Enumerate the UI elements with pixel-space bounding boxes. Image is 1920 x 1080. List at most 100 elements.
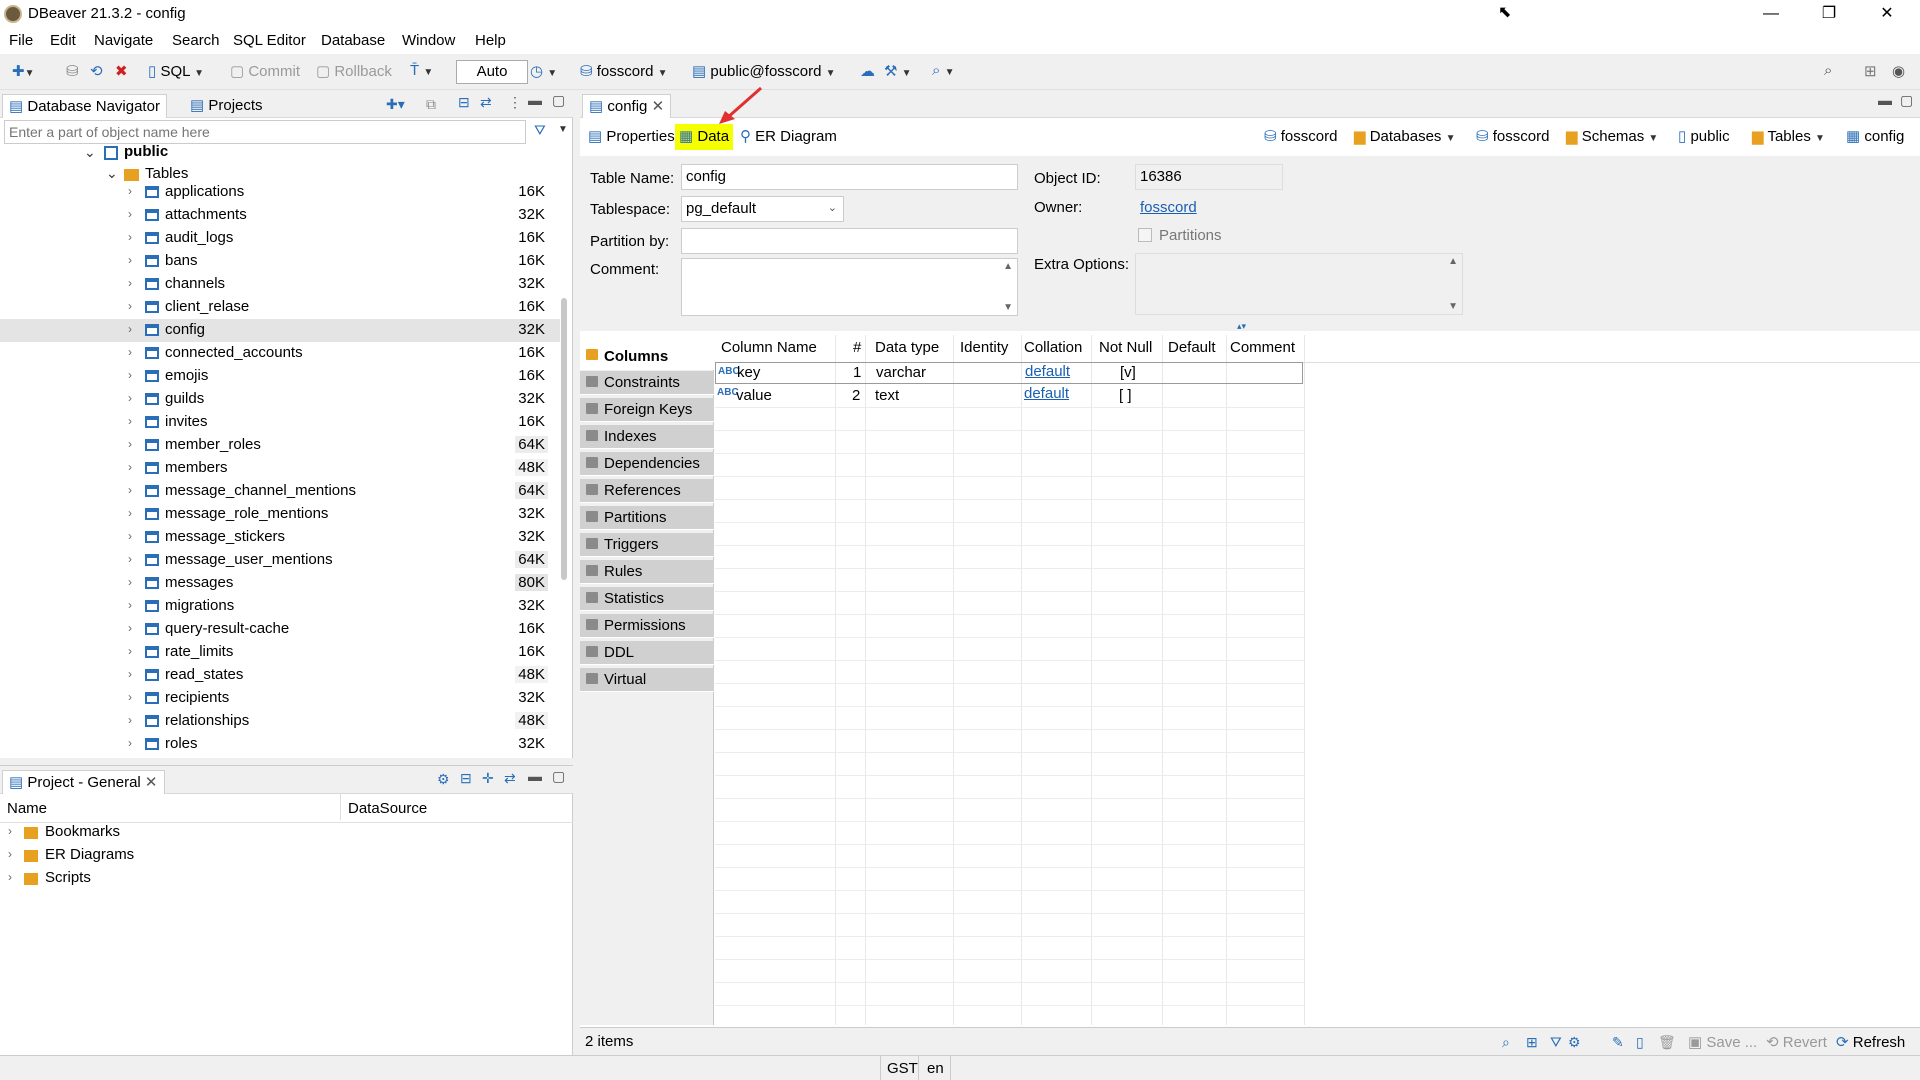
cell-not-null[interactable]: [v]: [1120, 364, 1136, 381]
tab-permissions[interactable]: Permissions: [580, 614, 714, 638]
minimize-editor-icon[interactable]: ▬: [1878, 92, 1892, 108]
menu-window[interactable]: Window: [402, 32, 455, 49]
col-header-collation[interactable]: Collation: [1024, 339, 1082, 356]
tab-dependencies[interactable]: Dependencies: [580, 452, 714, 476]
cloud-icon[interactable]: ☁: [860, 62, 875, 80]
crumb-table[interactable]: ▦ config: [1846, 127, 1904, 145]
project-item-scripts[interactable]: Scripts: [45, 869, 91, 886]
expand-chevron-icon[interactable]: ›: [128, 736, 132, 750]
project-item-bookmarks[interactable]: Bookmarks: [45, 823, 120, 840]
col-header-datasource[interactable]: DataSource: [348, 800, 427, 817]
table-tree-item[interactable]: › message_user_mentions 64K: [0, 549, 560, 572]
col-header-data-type[interactable]: Data type: [875, 339, 939, 356]
expand-chevron-icon[interactable]: ›: [128, 368, 132, 382]
table-tree-item[interactable]: › migrations 32K: [0, 595, 560, 618]
expand-chevron-icon[interactable]: ›: [128, 713, 132, 727]
expand-chevron-icon[interactable]: ›: [128, 598, 132, 612]
comment-textarea[interactable]: ▲ ▼: [681, 258, 1018, 316]
expand-chevron-icon[interactable]: ›: [128, 207, 132, 221]
tab-projects[interactable]: ▤ Projects: [184, 94, 269, 118]
close-button[interactable]: ✕: [1858, 0, 1916, 28]
expand-chevron-icon[interactable]: ›: [128, 276, 132, 290]
expand-chevron-icon[interactable]: ›: [128, 184, 132, 198]
subtab-er-diagram[interactable]: ⚲ ER Diagram: [736, 124, 841, 150]
col-header-not-null[interactable]: Not Null: [1099, 339, 1152, 356]
table-tree-item[interactable]: › recipients 32K: [0, 687, 560, 710]
expand-chevron-icon[interactable]: ›: [128, 644, 132, 658]
col-header-identity[interactable]: Identity: [960, 339, 1008, 356]
copy-icon[interactable]: ▯: [1636, 1034, 1644, 1051]
crumb-database[interactable]: ⛁ fosscord: [1476, 127, 1549, 145]
add-column-icon[interactable]: ⊞: [1526, 1034, 1538, 1051]
extra-options-textarea[interactable]: ▲ ▼: [1135, 253, 1463, 315]
table-tree-item[interactable]: › bans 16K: [0, 250, 560, 273]
col-header-comment[interactable]: Comment: [1230, 339, 1295, 356]
search-icon[interactable]: ⌕: [1824, 62, 1832, 79]
cell-collation-link[interactable]: default: [1024, 385, 1069, 402]
table-tree-item[interactable]: › message_role_mentions 32K: [0, 503, 560, 526]
maximize-editor-icon[interactable]: ▢: [1900, 92, 1913, 109]
tab-config[interactable]: ▤ config ✕: [582, 94, 672, 118]
expand-chevron-icon[interactable]: ›: [128, 391, 132, 405]
table-tree-item[interactable]: › messages 80K: [0, 572, 560, 595]
sql-editor-button[interactable]: ▯ SQL ▼: [148, 62, 204, 80]
maximize-project-icon[interactable]: ▢: [552, 768, 565, 785]
search-tool-icon[interactable]: ⌕ ▼: [932, 62, 954, 79]
auto-commit-mode[interactable]: Auto: [456, 60, 528, 84]
crumb-connection[interactable]: ⛁ fosscord: [1264, 127, 1337, 145]
link-editor-icon[interactable]: ⇄: [480, 94, 492, 111]
table-tree-item[interactable]: › members 48K: [0, 457, 560, 480]
minimize-panel-icon[interactable]: ▬: [528, 92, 542, 108]
tables-expand-icon[interactable]: ⌄: [106, 165, 118, 182]
expand-chevron-icon[interactable]: ›: [128, 414, 132, 428]
commit-button[interactable]: ▢ Commit: [230, 62, 300, 80]
navigator-scrollbar[interactable]: [561, 298, 567, 580]
revert-button[interactable]: ⟲ Revert: [1766, 1033, 1827, 1051]
refresh-button[interactable]: ⟳ Refresh: [1836, 1033, 1905, 1051]
expand-chevron-icon[interactable]: ›: [128, 253, 132, 267]
tab-partitions[interactable]: Partitions: [580, 506, 714, 530]
tools-icon[interactable]: ⚒ ▼: [884, 62, 912, 80]
expand-chevron-icon[interactable]: ›: [128, 575, 132, 589]
table-tree-item[interactable]: › audit_logs 16K: [0, 227, 560, 250]
disconnect-icon[interactable]: ✖: [115, 62, 128, 80]
tab-constraints[interactable]: Constraints: [580, 371, 714, 395]
menu-database[interactable]: Database: [321, 32, 385, 49]
schema-expand-icon[interactable]: ⌄: [84, 144, 96, 161]
menu-search[interactable]: Search: [172, 32, 220, 49]
link-icon[interactable]: ⧉: [426, 96, 436, 113]
table-tree-item[interactable]: › client_relase 16K: [0, 296, 560, 319]
expand-icon[interactable]: ✛: [482, 770, 494, 787]
dbeaver-perspective-icon[interactable]: ◉: [1892, 62, 1905, 80]
table-name-input[interactable]: config: [681, 164, 1018, 190]
link-editor-project-icon[interactable]: ⇄: [504, 770, 516, 787]
transaction-log-icon[interactable]: ◷ ▼: [530, 62, 557, 80]
splitter-arrows-icon[interactable]: ▴▾: [1237, 321, 1246, 332]
tab-columns[interactable]: Columns: [580, 340, 714, 370]
view-menu-icon[interactable]: ⋮: [508, 94, 522, 111]
tab-statistics[interactable]: Statistics: [580, 587, 714, 611]
collapse-all-icon[interactable]: ⊟: [458, 94, 470, 111]
tab-virtual[interactable]: Virtual: [580, 668, 714, 692]
table-tree-item[interactable]: › roles 32K: [0, 733, 560, 756]
minimize-button[interactable]: —: [1742, 0, 1800, 28]
expand-chevron-icon[interactable]: ›: [128, 667, 132, 681]
tables-folder[interactable]: Tables: [145, 165, 188, 182]
menu-edit[interactable]: Edit: [50, 32, 76, 49]
reconnect-icon[interactable]: ⟲: [90, 62, 103, 80]
tab-project-general[interactable]: ▤ Project - General ✕: [2, 770, 165, 794]
tab-indexes[interactable]: Indexes: [580, 425, 714, 449]
col-header-column-name[interactable]: Column Name: [721, 339, 817, 356]
menu-navigate[interactable]: Navigate: [94, 32, 153, 49]
maximize-button[interactable]: ❐: [1800, 0, 1858, 28]
table-tree-item[interactable]: › member_roles 64K: [0, 434, 560, 457]
table-tree-item[interactable]: › emojis 16K: [0, 365, 560, 388]
new-connection-icon[interactable]: ✚▼: [12, 62, 34, 80]
delete-icon[interactable]: 🗑: [1658, 1034, 1676, 1051]
maximize-panel-icon[interactable]: ▢: [552, 92, 565, 109]
crumb-schemas[interactable]: ▆ Schemas ▼: [1566, 127, 1658, 145]
settings-icon[interactable]: ⚙: [437, 771, 450, 788]
partition-by-input[interactable]: [681, 228, 1018, 254]
cell-collation-link[interactable]: default: [1025, 363, 1070, 380]
tab-database-navigator[interactable]: ▤ Database Navigator: [2, 94, 167, 118]
